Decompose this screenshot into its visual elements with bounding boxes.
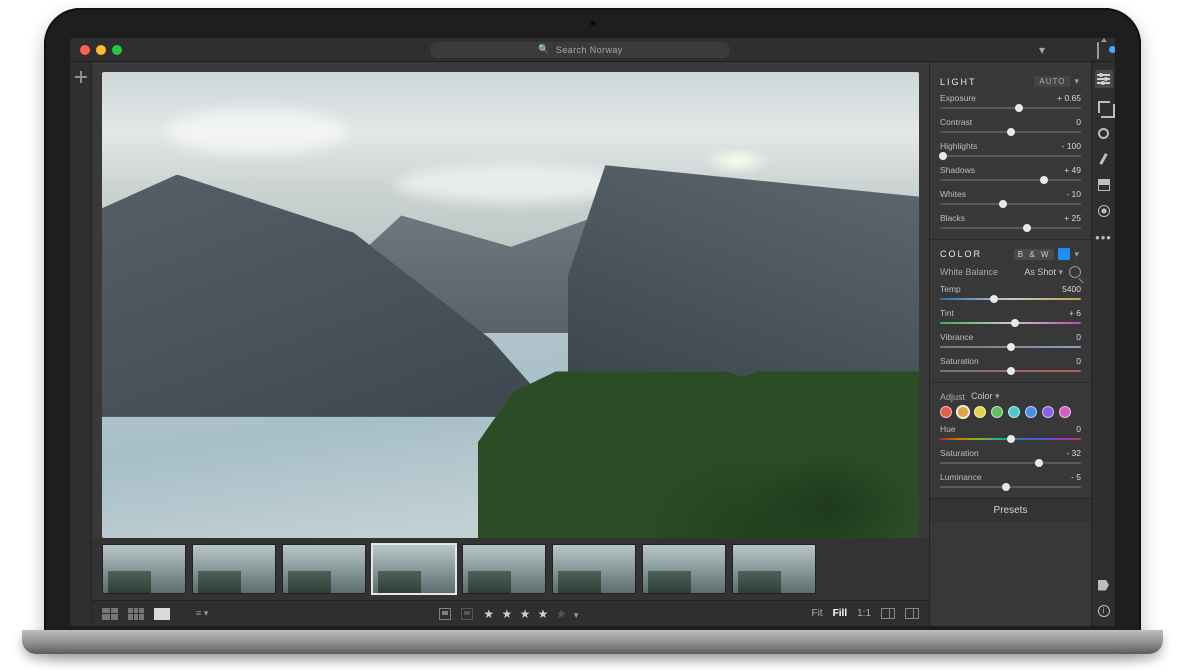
swatch[interactable] xyxy=(974,406,986,418)
adjust-dropdown[interactable]: Color ▾ xyxy=(971,391,1000,402)
auto-button[interactable]: AUTO xyxy=(1034,76,1070,87)
color-section-header[interactable]: COLOR B & W ▾ xyxy=(940,248,1081,260)
slider-saturation[interactable]: Saturation- 32 xyxy=(940,448,1081,466)
search-placeholder: Search Norway xyxy=(556,45,623,55)
color-mixer-header: Adjust Color ▾ xyxy=(940,391,1081,402)
keywords-tool[interactable] xyxy=(1097,578,1111,592)
search-icon: 🔍 xyxy=(538,44,550,55)
tool-rail: ••• i xyxy=(1091,62,1115,626)
wb-dropdown[interactable]: As Shot ▾ xyxy=(1024,267,1063,278)
search-input[interactable]: 🔍 Search Norway xyxy=(430,42,730,58)
laptop-frame: 🔍 Search Norway ▾ xyxy=(44,8,1141,648)
titlebar: 🔍 Search Norway ▾ xyxy=(70,38,1115,62)
add-photo-button[interactable] xyxy=(74,70,88,84)
flag-pick-button[interactable] xyxy=(439,608,451,620)
radial-gradient-tool[interactable] xyxy=(1097,204,1111,218)
photo-preview xyxy=(102,72,919,538)
zoom-1to1-button[interactable]: 1:1 xyxy=(857,608,871,619)
slider-saturation[interactable]: Saturation0 xyxy=(940,356,1081,374)
slider-contrast[interactable]: Contrast0 xyxy=(940,117,1081,135)
slider-luminance[interactable]: Luminance- 5 xyxy=(940,472,1081,490)
color-profile-button[interactable] xyxy=(1058,248,1070,260)
slider-whites[interactable]: Whites- 10 xyxy=(940,189,1081,207)
presets-button[interactable]: Presets xyxy=(930,498,1091,522)
light-section-header[interactable]: LIGHT AUTO ▾ xyxy=(940,76,1081,87)
swatch[interactable] xyxy=(1025,406,1037,418)
zoom-fit-button[interactable]: Fit xyxy=(812,608,823,619)
edit-panel: LIGHT AUTO ▾ Exposure+ 0.65 Contrast0 Hi… xyxy=(929,62,1091,626)
chevron-down-icon[interactable]: ▾ xyxy=(1074,76,1081,87)
center-column: ≡ ▾ ★ ★ ★ ★ ★ ▾ Fit Fill 1:1 xyxy=(92,62,929,626)
zoom-fill-button[interactable]: Fill xyxy=(833,608,847,619)
compare-button[interactable] xyxy=(905,608,919,619)
minimize-icon[interactable] xyxy=(96,45,106,55)
swatch[interactable] xyxy=(940,406,952,418)
slider-blacks[interactable]: Blacks+ 25 xyxy=(940,213,1081,231)
light-title: LIGHT xyxy=(940,77,977,87)
swatch[interactable] xyxy=(1008,406,1020,418)
wb-label: White Balance xyxy=(940,267,998,277)
slider-exposure[interactable]: Exposure+ 0.65 xyxy=(940,93,1081,111)
filmstrip-thumb[interactable] xyxy=(462,544,546,594)
crop-tool[interactable] xyxy=(1097,100,1111,114)
swatch[interactable] xyxy=(957,406,969,418)
left-rail xyxy=(70,62,92,626)
slider-temp[interactable]: Temp5400 xyxy=(940,284,1081,302)
close-icon[interactable] xyxy=(80,45,90,55)
hinge xyxy=(22,630,1163,654)
filmstrip-thumb[interactable] xyxy=(642,544,726,594)
filmstrip[interactable] xyxy=(92,538,929,600)
color-title: COLOR xyxy=(940,249,982,259)
filmstrip-thumb[interactable] xyxy=(372,544,456,594)
single-view-button[interactable] xyxy=(154,608,170,620)
share-button[interactable] xyxy=(1097,43,1099,57)
white-balance-row: White Balance As Shot ▾ xyxy=(940,266,1081,278)
photo-canvas[interactable] xyxy=(92,62,929,538)
zoom-icon[interactable] xyxy=(112,45,122,55)
chevron-down-icon[interactable]: ▾ xyxy=(1074,249,1081,260)
flag-reject-button[interactable] xyxy=(461,608,473,620)
slider-shadows[interactable]: Shadows+ 49 xyxy=(940,165,1081,183)
healing-brush-tool[interactable] xyxy=(1097,126,1111,140)
info-tool[interactable]: i xyxy=(1097,604,1111,618)
swatch[interactable] xyxy=(991,406,1003,418)
bw-toggle[interactable]: B & W xyxy=(1014,249,1055,260)
brush-tool[interactable] xyxy=(1097,152,1111,166)
adjust-label: Adjust xyxy=(940,392,965,402)
more-tools-button[interactable]: ••• xyxy=(1097,230,1111,244)
filmstrip-thumb[interactable] xyxy=(282,544,366,594)
filmstrip-thumb[interactable] xyxy=(552,544,636,594)
edit-sliders-tool[interactable] xyxy=(1095,70,1113,88)
grid-view-button[interactable] xyxy=(128,608,144,620)
slider-highlights[interactable]: Highlights- 100 xyxy=(940,141,1081,159)
filmstrip-thumb[interactable] xyxy=(102,544,186,594)
rating-stars[interactable]: ★ ★ ★ ★ ★ ▾ xyxy=(483,607,580,621)
sort-menu[interactable]: ≡ ▾ xyxy=(196,608,208,619)
slider-vibrance[interactable]: Vibrance0 xyxy=(940,332,1081,350)
filmstrip-thumb[interactable] xyxy=(732,544,816,594)
color-swatches xyxy=(940,406,1081,418)
filter-icon[interactable]: ▾ xyxy=(1039,43,1045,57)
bottom-toolbar: ≡ ▾ ★ ★ ★ ★ ★ ▾ Fit Fill 1:1 xyxy=(92,600,929,626)
eyedropper-icon[interactable] xyxy=(1069,266,1081,278)
swatch[interactable] xyxy=(1042,406,1054,418)
slider-hue[interactable]: Hue0 xyxy=(940,424,1081,442)
info-overlay-button[interactable] xyxy=(881,608,895,619)
filmstrip-thumb[interactable] xyxy=(192,544,276,594)
app-window: 🔍 Search Norway ▾ xyxy=(70,38,1115,626)
slider-tint[interactable]: Tint+ 6 xyxy=(940,308,1081,326)
swatch[interactable] xyxy=(1059,406,1071,418)
grid-view-small-button[interactable] xyxy=(102,608,118,620)
linear-gradient-tool[interactable] xyxy=(1097,178,1111,192)
